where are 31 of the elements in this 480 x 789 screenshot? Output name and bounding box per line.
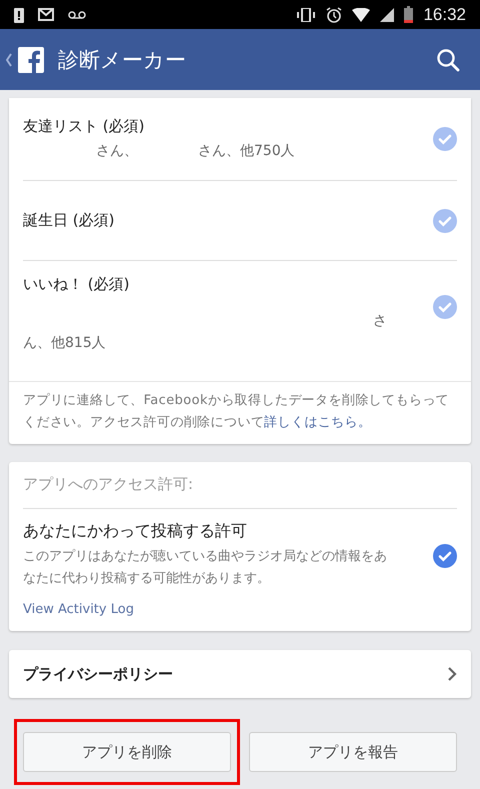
learn-more-link[interactable]: 詳しくはこちら。 <box>264 415 372 430</box>
alert-icon <box>14 6 24 22</box>
back-chevron-icon[interactable] <box>6 52 12 66</box>
vibrate-icon <box>296 8 316 22</box>
note-text: アプリに連絡して、Facebookから取得したデータを削除してもらってください。アクセス許可の削除について詳しくはこちら。 <box>9 381 471 444</box>
permission-title: いいね！ (必須) <box>23 275 130 294</box>
checkmark-icon[interactable] <box>433 544 457 568</box>
activity-log-link[interactable]: View Activity Log <box>23 602 457 617</box>
app-title: 診断メーカー <box>58 46 187 74</box>
permission-description: このアプリはあなたが聴いている曲やラジオ局などの情報をあなたに代わり投稿する可能性があります。 <box>23 548 388 588</box>
report-app-button[interactable]: アプリを報告 <box>249 732 457 772</box>
permission-title: 友達リスト (必須) <box>23 116 146 136</box>
signal-icon <box>380 8 394 22</box>
app-logo[interactable] <box>18 46 44 72</box>
permission-detail: さん、他750人 <box>198 142 295 160</box>
permission-detail: さん、 <box>96 142 138 160</box>
permission-detail: さ <box>373 312 387 330</box>
wifi-icon <box>352 8 370 22</box>
permission-detail: ん、他815人 <box>23 334 106 352</box>
permission-title: あなたにかわって投稿する許可 <box>23 521 248 542</box>
remove-app-button[interactable]: アプリを削除 <box>23 732 231 772</box>
alarm-icon <box>326 6 342 22</box>
permission-title: 誕生日 (必須) <box>23 211 116 230</box>
clock-time: 16:32 <box>423 4 466 24</box>
privacy-policy-item[interactable]: プライバシーポリシー <box>9 650 471 698</box>
battery-icon <box>404 6 414 23</box>
chevron-right-icon <box>447 666 457 682</box>
search-icon[interactable] <box>436 48 460 72</box>
voicemail-icon <box>68 10 86 18</box>
section-heading: アプリへのアクセス許可: <box>23 462 457 509</box>
mail-icon <box>38 8 54 21</box>
